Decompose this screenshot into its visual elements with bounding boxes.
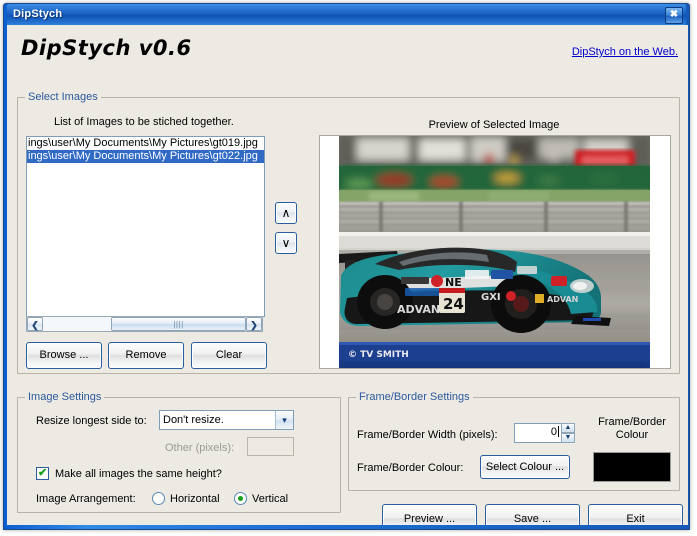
- frame-width-value: 0: [550, 426, 557, 438]
- image-list[interactable]: ings\user\My Documents\My Pictures\gt019…: [26, 136, 265, 317]
- race-car-photo: NE 24 ADVAN GXI ADVAN © TV SMITH: [339, 136, 650, 368]
- preview-caption: Preview of Selected Image: [428, 119, 560, 131]
- same-height-checkbox[interactable]: Make all images the same height?: [36, 466, 222, 480]
- frame-colour-caption-line1: Frame/Border: [598, 416, 666, 428]
- website-link[interactable]: DipStych on the Web.: [572, 46, 678, 58]
- chevron-down-icon[interactable]: ▾: [275, 411, 293, 429]
- arrangement-radio-horizontal[interactable]: Horizontal: [152, 492, 220, 505]
- scroll-track[interactable]: ||||: [43, 317, 246, 331]
- same-height-label: Make all images the same height?: [55, 467, 222, 480]
- title-bar: DipStych ✖: [7, 4, 686, 25]
- frame-colour-caption: Frame/Border Colour: [593, 416, 671, 442]
- select-images-group-label: Select Images: [25, 91, 101, 103]
- arrangement-vertical-label: Vertical: [252, 492, 289, 505]
- frame-width-input[interactable]: 0: [514, 423, 562, 443]
- preview-image: NE 24 ADVAN GXI ADVAN © TV SMITH: [339, 136, 650, 368]
- resize-select[interactable]: Don't resize. ▾: [159, 410, 294, 430]
- arrangement-horizontal-label: Horizontal: [170, 492, 220, 505]
- move-down-button[interactable]: ∨: [275, 232, 297, 254]
- radio-selected-icon[interactable]: [234, 492, 247, 505]
- save-button[interactable]: Save ...: [485, 504, 580, 525]
- stepper-down-icon[interactable]: ▼: [561, 433, 575, 443]
- clear-button[interactable]: Clear: [191, 342, 267, 369]
- other-pixels-input[interactable]: [247, 437, 294, 456]
- frame-colour-label: Frame/Border Colour:: [357, 462, 464, 474]
- frame-width-stepper[interactable]: ▲ ▼: [561, 423, 575, 443]
- image-settings-group-label: Image Settings: [25, 391, 105, 403]
- frame-settings-group-label: Frame/Border Settings: [356, 391, 473, 403]
- select-colour-button[interactable]: Select Colour ...: [480, 455, 570, 479]
- scroll-right-icon[interactable]: ❯: [246, 317, 262, 331]
- resize-label: Resize longest side to:: [36, 415, 147, 427]
- scroll-left-icon[interactable]: ❮: [27, 317, 43, 331]
- list-item[interactable]: ings\user\My Documents\My Pictures\gt019…: [27, 137, 264, 150]
- frame-colour-caption-line2: Colour: [615, 429, 649, 441]
- window-title: DipStych: [13, 8, 63, 20]
- move-up-button[interactable]: ∧: [275, 202, 297, 224]
- client-area: DipStych v0.6 DipStych on the Web. Selec…: [7, 25, 688, 525]
- list-caption: List of Images to be stiched together.: [54, 116, 234, 128]
- arrangement-label: Image Arrangement:: [36, 493, 136, 505]
- preview-button[interactable]: Preview ...: [382, 504, 477, 525]
- list-item[interactable]: ings\user\My Documents\My Pictures\gt022…: [27, 150, 264, 163]
- remove-button[interactable]: Remove: [108, 342, 184, 369]
- page-title: DipStych v0.6: [21, 36, 192, 60]
- stepper-up-icon[interactable]: ▲: [561, 423, 575, 433]
- radio-unselected-icon[interactable]: [152, 492, 165, 505]
- scroll-thumb[interactable]: ||||: [111, 317, 246, 331]
- arrangement-radio-vertical[interactable]: Vertical: [234, 492, 288, 505]
- exit-button[interactable]: Exit: [588, 504, 683, 525]
- other-pixels-label: Other (pixels):: [165, 442, 235, 454]
- resize-select-value: Don't resize.: [163, 414, 224, 426]
- close-icon[interactable]: ✖: [665, 7, 683, 24]
- text-caret: [558, 426, 559, 437]
- frame-width-label: Frame/Border Width (pixels):: [357, 429, 498, 441]
- preview-pane: NE 24 ADVAN GXI ADVAN © TV SMITH: [319, 135, 671, 369]
- checkbox-check-icon[interactable]: [36, 466, 49, 480]
- frame-colour-swatch[interactable]: [593, 452, 671, 482]
- application-window: DipStych ✖ DipStych v0.6 DipStych on the…: [3, 3, 690, 530]
- watermark: © TV SMITH: [348, 350, 409, 360]
- browse-button[interactable]: Browse ...: [26, 342, 102, 369]
- image-list-hscrollbar[interactable]: ❮ |||| ❯: [26, 316, 263, 332]
